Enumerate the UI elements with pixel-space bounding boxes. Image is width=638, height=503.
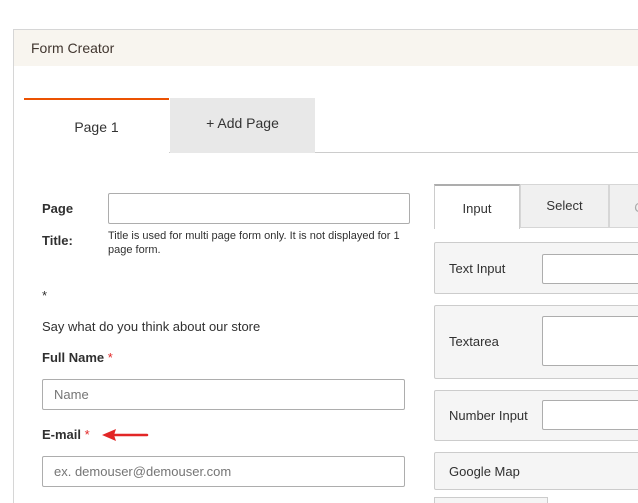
tab-select-label: Select bbox=[546, 198, 583, 213]
tab-input[interactable]: Input bbox=[434, 184, 520, 229]
textarea-label: Textarea bbox=[449, 334, 499, 349]
full-name-input[interactable] bbox=[42, 379, 405, 410]
palette-item-google-map[interactable]: Google Map bbox=[434, 452, 638, 490]
palette-item-text-input[interactable]: Text Input bbox=[434, 242, 638, 294]
page-tabs: Page 1 + Add Page bbox=[24, 98, 638, 154]
tab-more[interactable]: C bbox=[609, 184, 638, 228]
panel-header: Form Creator bbox=[14, 30, 638, 66]
text-input-preview bbox=[542, 254, 638, 284]
email-required: * bbox=[84, 427, 90, 442]
textarea-preview bbox=[542, 316, 638, 366]
number-input-preview bbox=[542, 400, 638, 430]
full-name-label-text: Full Name bbox=[42, 350, 105, 365]
tab-more-label: C bbox=[634, 200, 638, 215]
palette-item-partial bbox=[434, 497, 548, 503]
palette-item-number-input[interactable]: Number Input bbox=[434, 390, 638, 441]
email-label-text: E-mail bbox=[42, 427, 82, 442]
form-description: Say what do you think about our store bbox=[42, 319, 261, 334]
required-asterisk: * bbox=[42, 288, 48, 303]
email-label: E-mail * bbox=[42, 427, 90, 442]
page-title-label-line2: Title: bbox=[42, 233, 73, 248]
google-map-label: Google Map bbox=[449, 464, 520, 479]
email-input[interactable] bbox=[42, 456, 405, 487]
full-name-required: * bbox=[107, 350, 113, 365]
tab-page-1-label: Page 1 bbox=[74, 119, 119, 135]
page-title-note: Title is used for multi page form only. … bbox=[108, 230, 400, 256]
tab-input-label: Input bbox=[462, 201, 492, 216]
palette-item-textarea[interactable]: Textarea bbox=[434, 305, 638, 379]
page-title-label-line1: Page bbox=[42, 201, 74, 216]
page-title-input[interactable] bbox=[108, 193, 410, 224]
field-type-tabs: Input Select C bbox=[434, 184, 638, 229]
text-input-label: Text Input bbox=[449, 261, 506, 276]
tab-page-1[interactable]: Page 1 bbox=[24, 98, 169, 154]
red-arrow-icon bbox=[102, 429, 149, 441]
add-page-button[interactable]: + Add Page bbox=[170, 98, 315, 153]
add-page-label: + Add Page bbox=[206, 115, 279, 131]
panel-title: Form Creator bbox=[31, 40, 115, 56]
full-name-label: Full Name * bbox=[42, 350, 113, 365]
number-input-label: Number Input bbox=[449, 408, 528, 423]
tab-select[interactable]: Select bbox=[520, 184, 609, 228]
